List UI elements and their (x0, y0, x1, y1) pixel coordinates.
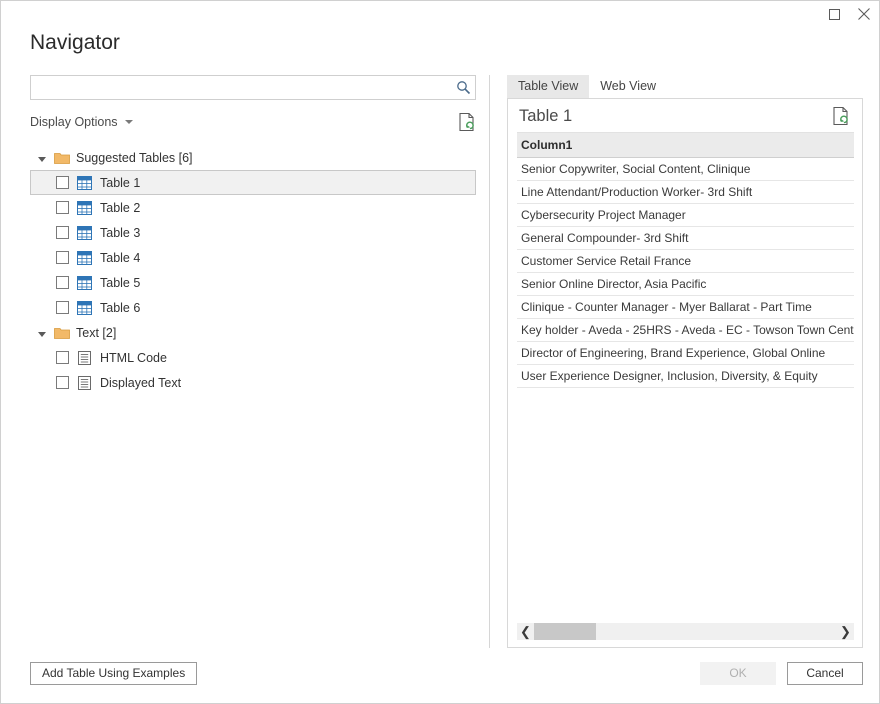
tree-item-label: Displayed Text (100, 375, 182, 390)
ok-button[interactable]: OK (700, 662, 776, 685)
add-table-using-examples-button[interactable]: Add Table Using Examples (30, 662, 198, 685)
preview-grid: Column1 Senior Copywriter, Social Conten… (517, 132, 854, 388)
table-row: Customer Service Retail France (517, 250, 854, 273)
tree-item-html-code[interactable]: HTML Code (30, 345, 476, 370)
table-row: Senior Online Director, Asia Pacific (517, 273, 854, 296)
tree-item-label: Table 2 (100, 200, 141, 215)
folder-icon (54, 326, 70, 339)
table-icon (77, 225, 92, 240)
tree-group[interactable]: Suggested Tables [6] (30, 145, 476, 170)
scroll-left-arrow-icon[interactable]: ❮ (517, 623, 534, 640)
refresh-document-icon[interactable] (458, 112, 476, 132)
tree-item-label: Table 3 (100, 225, 141, 240)
tree-item-table-5[interactable]: Table 5 (30, 270, 476, 295)
checkbox[interactable] (56, 201, 69, 214)
scrollbar-thumb[interactable] (534, 623, 596, 640)
tab-table-view[interactable]: Table View (507, 75, 590, 98)
preview-title: Table 1 (519, 106, 573, 125)
checkbox[interactable] (56, 376, 69, 389)
table-row: General Compounder- 3rd Shift (517, 227, 854, 250)
table-row: Key holder - Aveda - 25HRS - Aveda - EC … (517, 319, 854, 342)
preview-tabs: Table View Web View (507, 75, 863, 98)
tree-item-label: Table 4 (100, 250, 141, 265)
right-pane: Table View Web View Table 1 Column1 Seni… (490, 75, 863, 648)
refresh-document-icon[interactable] (832, 106, 850, 126)
chevron-down-icon (124, 120, 133, 124)
tree-group-label: Suggested Tables [6] (76, 150, 193, 165)
preview-header: Table 1 (508, 99, 862, 132)
tree-item-label: Table 6 (100, 300, 141, 315)
table-row: Line Attendant/Production Worker- 3rd Sh… (517, 181, 854, 204)
checkbox[interactable] (56, 176, 69, 189)
table-row: Director of Engineering, Brand Experienc… (517, 342, 854, 365)
cancel-button[interactable]: Cancel (787, 662, 863, 685)
table-icon (77, 175, 92, 190)
tree-item-label: Table 5 (100, 275, 141, 290)
preview-grid-wrap: Column1 Senior Copywriter, Social Conten… (508, 132, 862, 623)
close-button[interactable] (849, 1, 879, 27)
maximize-button[interactable] (819, 1, 849, 27)
search-box[interactable] (30, 75, 476, 100)
page-title: Navigator (30, 31, 120, 54)
scroll-right-arrow-icon[interactable]: ❯ (837, 623, 854, 640)
display-options-row: Display Options (30, 112, 476, 132)
display-options-dropdown[interactable]: Display Options (30, 115, 133, 129)
document-icon (77, 375, 92, 390)
horizontal-scrollbar[interactable]: ❮ ❯ (517, 623, 854, 640)
scrollbar-track[interactable] (534, 623, 837, 640)
left-pane: Display Options Suggested Tables [6] Tabl… (30, 75, 490, 648)
document-icon (77, 350, 92, 365)
table-icon (77, 275, 92, 290)
grid-rows: Senior Copywriter, Social Content, Clini… (517, 158, 854, 388)
table-icon (77, 300, 92, 315)
tree-item-table-6[interactable]: Table 6 (30, 295, 476, 320)
folder-icon (54, 151, 70, 164)
column-header[interactable]: Column1 (517, 133, 854, 158)
tree-item-displayed-text[interactable]: Displayed Text (30, 370, 476, 395)
checkbox[interactable] (56, 226, 69, 239)
title-bar (1, 1, 879, 31)
tree-group[interactable]: Text [2] (30, 320, 476, 345)
checkbox[interactable] (56, 351, 69, 364)
collapse-triangle-icon[interactable] (38, 156, 46, 162)
tree-item-table-3[interactable]: Table 3 (30, 220, 476, 245)
checkbox[interactable] (56, 301, 69, 314)
tab-web-view[interactable]: Web View (589, 75, 667, 98)
table-row: User Experience Designer, Inclusion, Div… (517, 365, 854, 388)
tree-item-label: Table 1 (100, 175, 141, 190)
navigator-dialog: Navigator Display Options Suggested Tabl… (0, 0, 880, 704)
tree-item-label: HTML Code (100, 350, 167, 365)
search-input[interactable] (31, 76, 451, 99)
table-icon (77, 200, 92, 215)
table-icon (77, 250, 92, 265)
checkbox[interactable] (56, 251, 69, 264)
tree-item-table-4[interactable]: Table 4 (30, 245, 476, 270)
preview-panel: Table 1 Column1 Senior Copywriter, Socia… (507, 98, 863, 648)
tree-group-label: Text [2] (76, 325, 117, 340)
checkbox[interactable] (56, 276, 69, 289)
display-options-label: Display Options (30, 115, 118, 129)
table-row: Cybersecurity Project Manager (517, 204, 854, 227)
collapse-triangle-icon[interactable] (38, 331, 46, 337)
table-row: Clinique - Counter Manager - Myer Ballar… (517, 296, 854, 319)
object-tree: Suggested Tables [6] Table 1 Table 2 Table … (30, 145, 476, 395)
table-row: Senior Copywriter, Social Content, Clini… (517, 158, 854, 181)
dialog-body: Display Options Suggested Tables [6] Tabl… (1, 57, 879, 648)
dialog-footer: Add Table Using Examples OK Cancel (1, 648, 879, 703)
tree-item-table-2[interactable]: Table 2 (30, 195, 476, 220)
tree-item-table-1[interactable]: Table 1 (30, 170, 476, 195)
search-icon[interactable] (451, 80, 475, 95)
